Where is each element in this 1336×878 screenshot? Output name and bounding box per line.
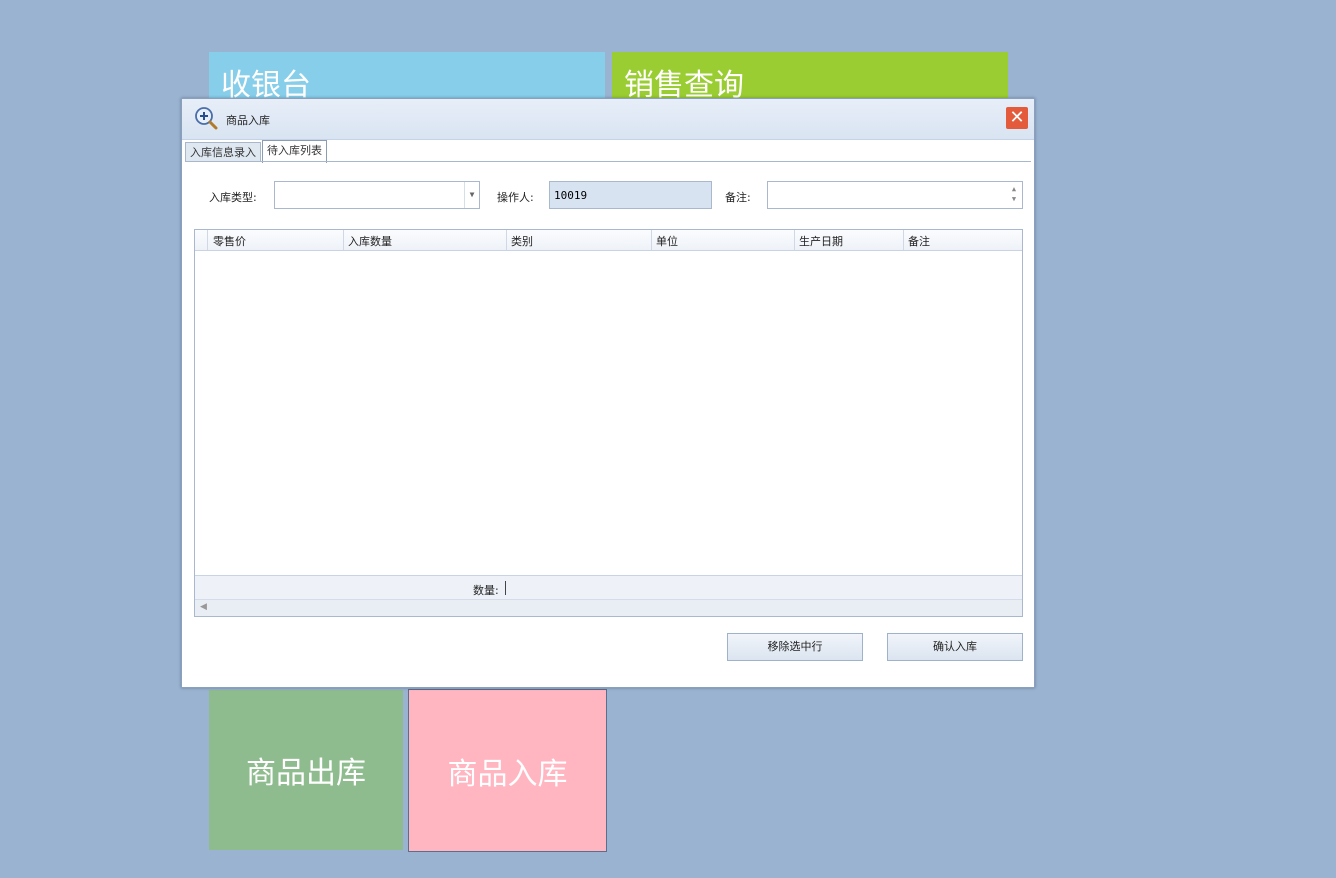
text-caret <box>505 581 506 595</box>
column-unit[interactable]: 单位 <box>656 233 678 249</box>
column-separator <box>506 230 507 250</box>
remark-label: 备注: <box>725 191 751 204</box>
horizontal-scrollbar[interactable]: ◀ <box>195 599 1022 616</box>
column-separator <box>651 230 652 250</box>
scroll-left-icon[interactable]: ◀ <box>200 602 207 612</box>
spin-arrows-icon[interactable]: ▲ ▼ <box>1007 184 1021 206</box>
confirm-stock-in-button[interactable]: 确认入库 <box>887 633 1023 661</box>
stock-in-tile-label: 商品入库 <box>447 756 568 792</box>
dialog-titlebar: 商品入库 ✕ <box>182 99 1034 140</box>
column-separator <box>903 230 904 250</box>
tab-divider <box>185 161 1031 162</box>
table-footer: 数量: <box>195 575 1022 600</box>
pending-items-table[interactable]: 零售价 入库数量 类别 单位 生产日期 备注 数量: ◀ <box>194 229 1023 617</box>
column-separator <box>207 230 208 250</box>
stock-in-dialog: 商品入库 ✕ 入库信息录入 待入库列表 入库类型: ▼ 操作人: 10019 备… <box>181 98 1035 688</box>
table-header: 零售价 入库数量 类别 单位 生产日期 备注 <box>195 230 1022 251</box>
dialog-title: 商品入库 <box>226 114 270 127</box>
stock-in-tile[interactable]: 商品入库 <box>409 690 606 851</box>
stock-out-tile[interactable]: 商品出库 <box>209 690 403 850</box>
tab-bar: 入库信息录入 待入库列表 <box>185 140 328 163</box>
remove-selected-row-button[interactable]: 移除选中行 <box>727 633 863 661</box>
type-combobox[interactable]: ▼ <box>274 181 480 209</box>
operator-field: 10019 <box>549 181 712 209</box>
column-category[interactable]: 类别 <box>511 233 533 249</box>
column-production-date[interactable]: 生产日期 <box>799 233 843 249</box>
tab-entry[interactable]: 入库信息录入 <box>185 142 261 162</box>
chevron-down-icon[interactable]: ▼ <box>464 182 479 208</box>
column-separator <box>343 230 344 250</box>
quantity-summary-label: 数量: <box>473 584 499 597</box>
zoom-add-icon <box>195 107 218 130</box>
operator-label: 操作人: <box>497 191 534 204</box>
column-remark[interactable]: 备注 <box>908 233 930 249</box>
close-icon[interactable]: ✕ <box>1006 107 1028 129</box>
remark-input[interactable]: ▲ ▼ <box>767 181 1023 209</box>
column-separator <box>794 230 795 250</box>
column-retail-price[interactable]: 零售价 <box>213 233 246 249</box>
column-quantity[interactable]: 入库数量 <box>348 233 392 249</box>
type-label: 入库类型: <box>209 191 257 204</box>
stock-out-tile-label: 商品出库 <box>246 756 366 791</box>
tab-pending-list[interactable]: 待入库列表 <box>262 140 327 163</box>
